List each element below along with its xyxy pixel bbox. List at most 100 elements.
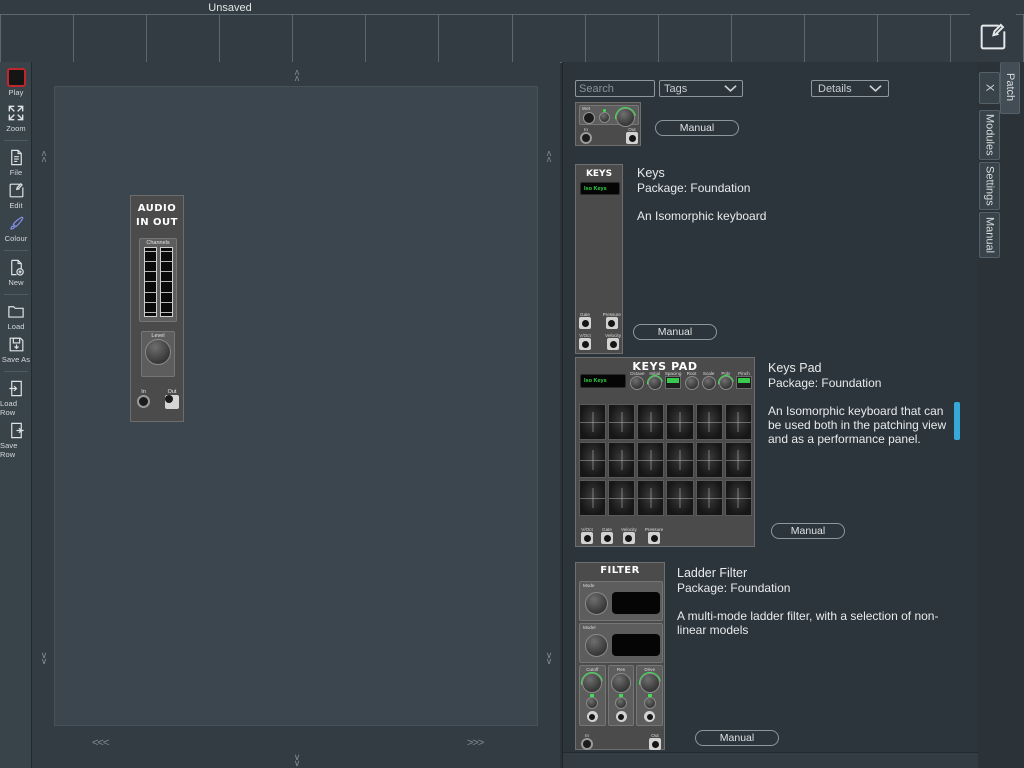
tags-dropdown[interactable]: Tags — [659, 80, 743, 97]
jack-pressure[interactable]: Pressure — [645, 527, 663, 544]
module-thumbnail[interactable]: KEYS Iso Keys Gate Pressure V/Oct Veloci… — [575, 164, 623, 354]
jack-velocity[interactable]: Velocity — [621, 527, 637, 544]
jack-in-socket[interactable] — [580, 132, 592, 144]
preset-slot[interactable] — [439, 15, 513, 63]
drive-cv-knob[interactable] — [643, 697, 656, 709]
module-list[interactable]: Wet In Out Manual KEYS Iso Keys Gate Pre… — [563, 102, 979, 768]
cutoff-cv-knob[interactable] — [586, 697, 599, 709]
search-input[interactable]: Search — [575, 80, 655, 97]
preset-slot[interactable] — [147, 15, 221, 63]
jack-voct[interactable]: V/Oct — [581, 527, 593, 544]
canvas-nav-up[interactable]: ʌʌ — [290, 68, 304, 83]
tool-colour[interactable]: Colour — [0, 212, 32, 245]
jack-socket[interactable] — [605, 317, 618, 329]
details-dropdown[interactable]: Details — [811, 80, 889, 97]
jack-socket[interactable] — [607, 338, 620, 350]
close-panel-button[interactable]: X — [979, 72, 1000, 104]
jack-in-socket[interactable] — [581, 738, 593, 750]
pad[interactable] — [637, 480, 665, 516]
tab-manual[interactable]: Manual — [979, 212, 1000, 258]
drive-knob[interactable] — [634, 667, 665, 699]
canvas-nav-down[interactable]: ∨ ∨ — [290, 753, 304, 768]
res-knob[interactable] — [611, 673, 631, 693]
tool-edit[interactable]: Edit — [0, 179, 32, 212]
main-knob[interactable] — [610, 102, 641, 133]
pad[interactable] — [608, 404, 636, 440]
drive-jack[interactable] — [644, 711, 656, 722]
knob[interactable] — [714, 371, 737, 395]
list-item[interactable]: FILTER Mode Model Cutoff Res Drive In Ou… — [563, 562, 961, 762]
knob[interactable] — [643, 371, 666, 395]
jack-out[interactable]: Out — [165, 389, 179, 409]
knob-poly[interactable]: Poly — [714, 371, 737, 395]
pad[interactable] — [579, 404, 607, 440]
manual-button[interactable]: Manual — [771, 523, 845, 539]
pad[interactable] — [608, 480, 636, 516]
res-cv-knob[interactable] — [615, 697, 627, 709]
level-knob[interactable] — [145, 339, 171, 365]
mode-knob[interactable] — [585, 592, 608, 615]
list-item[interactable]: KEYS Iso Keys Gate Pressure V/Oct Veloci… — [563, 164, 961, 357]
switch-pinch[interactable]: Pinch — [735, 371, 752, 390]
jack-socket[interactable] — [579, 317, 591, 329]
tool-load-row[interactable]: Load Row — [0, 377, 32, 419]
jack-out[interactable]: Out — [626, 127, 638, 144]
preset-slot[interactable] — [220, 15, 294, 63]
switch[interactable] — [735, 376, 752, 389]
preset-slot[interactable] — [731, 15, 805, 63]
module-thumbnail[interactable]: KEYS PAD Iso Keys Octave Initial Spacing… — [575, 357, 755, 547]
tool-new[interactable]: New — [0, 256, 32, 289]
tool-save-row[interactable]: Save Row — [0, 419, 32, 461]
knob[interactable] — [630, 376, 645, 390]
knob[interactable] — [684, 376, 699, 390]
switch-spacing[interactable]: Spacing — [664, 371, 681, 390]
module-thumbnail[interactable]: Wet In Out — [575, 102, 641, 146]
tool-file[interactable]: File — [0, 146, 32, 179]
canvas-nav-down-right[interactable]: ∨ ∨ — [542, 651, 556, 666]
knob[interactable] — [701, 376, 716, 390]
jack-velocity[interactable]: Velocity — [605, 333, 621, 350]
pad[interactable] — [666, 404, 694, 440]
tool-load[interactable]: Load — [0, 300, 32, 333]
manual-button[interactable]: Manual — [655, 120, 739, 136]
knob-initial[interactable]: Initial — [643, 371, 666, 395]
model-knob[interactable] — [585, 634, 608, 657]
preset-slot[interactable] — [74, 15, 148, 63]
list-item[interactable]: Wet In Out Manual — [563, 102, 961, 164]
switch[interactable] — [664, 376, 681, 389]
pad[interactable] — [695, 404, 723, 440]
jack-in[interactable]: In — [580, 127, 592, 144]
knob-root[interactable]: Root — [684, 371, 699, 390]
jack-in[interactable]: In — [581, 733, 593, 750]
knob-octave[interactable]: Octave — [630, 371, 645, 390]
tool-play[interactable]: Play — [0, 66, 32, 99]
cutoff-jack[interactable] — [586, 711, 598, 722]
jack-out[interactable]: Out — [649, 733, 661, 750]
module-audio-in-out[interactable]: AUDIO IN OUT Channels Level In Out — [130, 195, 184, 422]
pad[interactable] — [724, 442, 752, 478]
pad[interactable] — [724, 480, 752, 516]
jack-pressure[interactable]: Pressure — [603, 312, 621, 329]
pad[interactable] — [637, 404, 665, 440]
tab-modules[interactable]: Modules — [979, 110, 1000, 160]
pad[interactable] — [695, 442, 723, 478]
jack-in-socket[interactable] — [137, 395, 150, 408]
browser-scrollbar-thumb[interactable] — [954, 402, 960, 440]
preset-slot[interactable] — [585, 15, 659, 63]
small-knob[interactable] — [599, 112, 610, 123]
canvas-nav-right-bottom[interactable]: >>> — [467, 737, 484, 749]
jack-out-socket[interactable] — [165, 395, 179, 409]
jack-socket[interactable] — [648, 532, 661, 544]
preset-slot[interactable] — [0, 15, 75, 63]
preset-slot[interactable] — [658, 15, 732, 63]
jack-out-socket[interactable] — [649, 738, 661, 750]
tool-zoom[interactable]: Zoom — [0, 101, 32, 135]
knob-scale[interactable]: Scale — [701, 371, 716, 390]
pad[interactable] — [579, 442, 607, 478]
jack-voct[interactable]: V/Oct — [579, 333, 591, 350]
preset-slot[interactable] — [293, 15, 367, 63]
tool-save-as[interactable]: Save As — [0, 333, 32, 366]
tab-patch[interactable]: Patch — [1000, 62, 1020, 114]
canvas-nav-up-right[interactable]: ʌʌ — [542, 149, 556, 164]
jack-socket[interactable] — [581, 532, 593, 544]
